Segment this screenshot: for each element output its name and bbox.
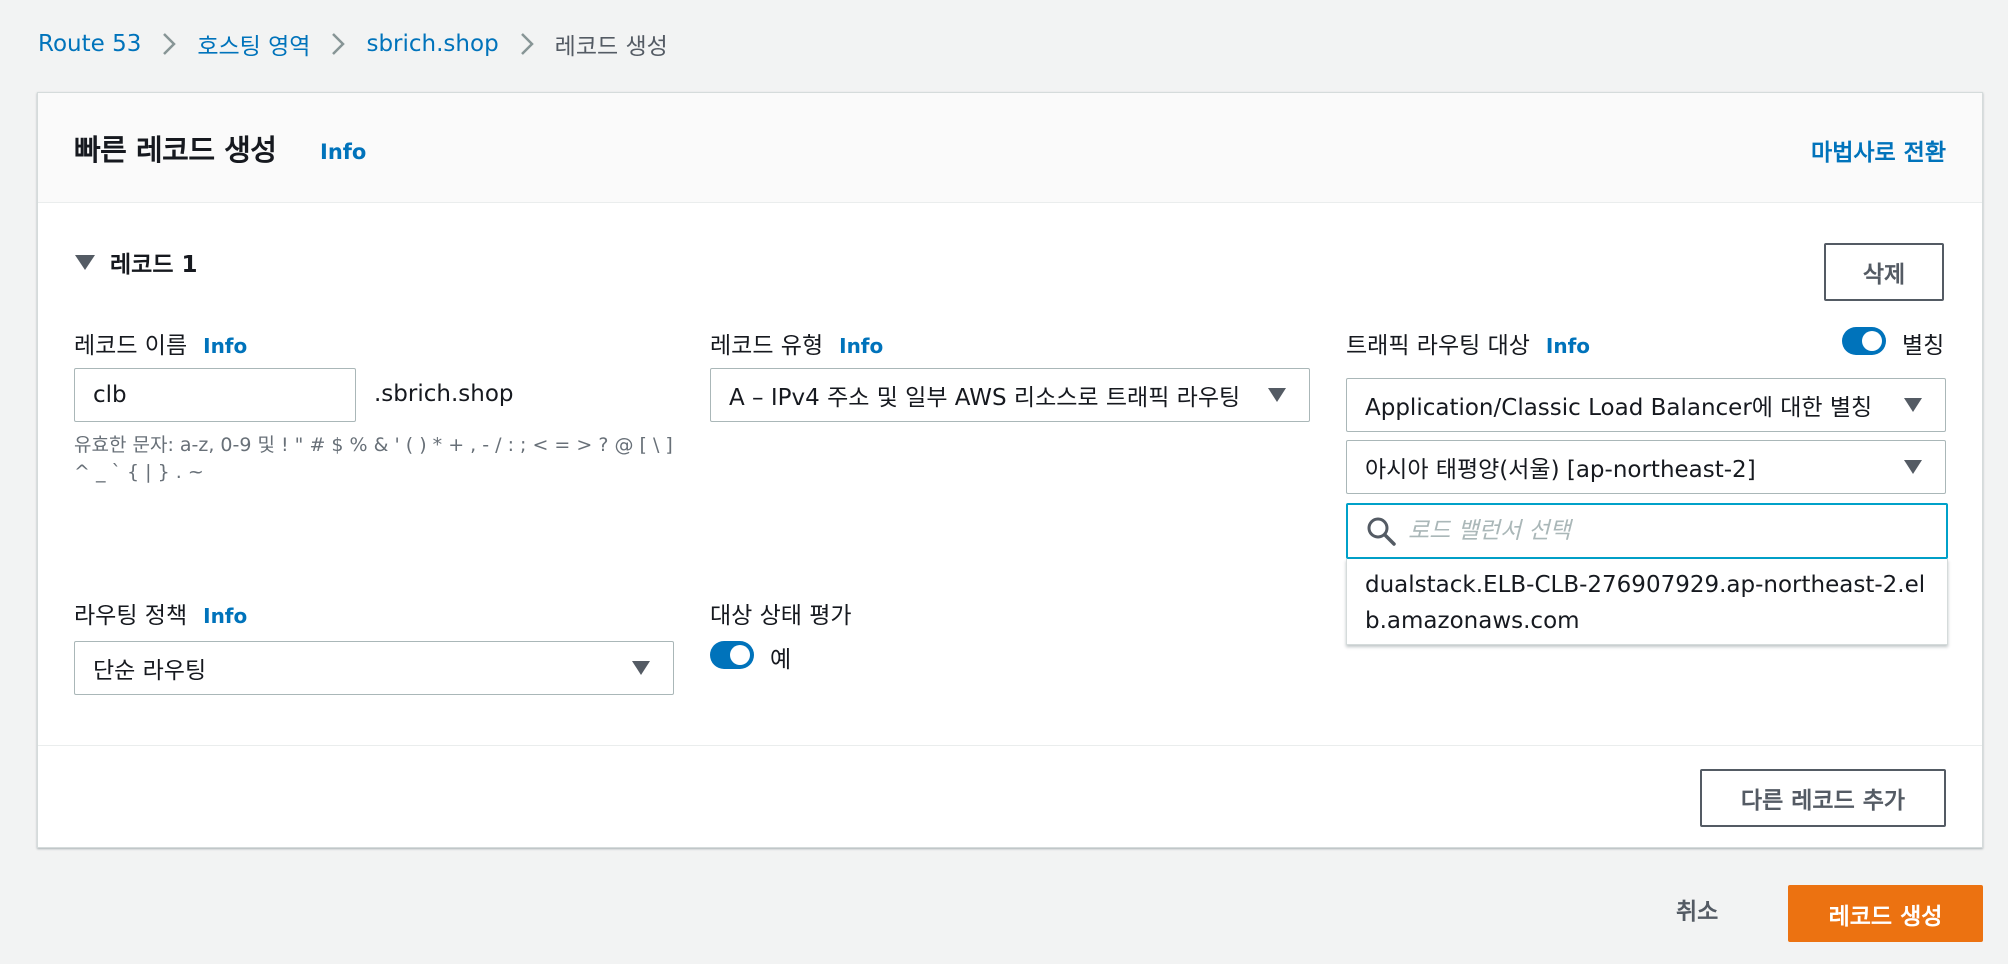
- record-type-select[interactable]: A – IPv4 주소 및 일부 AWS 리소스로 트래픽 라우팅: [710, 368, 1310, 422]
- caret-down-icon: [75, 255, 95, 270]
- load-balancer-search[interactable]: [1346, 503, 1948, 559]
- caret-down-icon: [1904, 460, 1922, 474]
- region-value: 아시아 태평양(서울) [ap-northeast-2]: [1365, 457, 1756, 483]
- breadcrumb-zone[interactable]: sbrich.shop: [366, 31, 498, 57]
- alias-toggle-label: 별칭: [1902, 333, 1945, 359]
- health-toggle-label: 예: [770, 647, 792, 673]
- delete-record-button[interactable]: 삭제: [1824, 243, 1944, 301]
- quick-create-card: 빠른 레코드 생성 Info 마법사로 전환 레코드 1 삭제 레코드 이름 In…: [37, 92, 1983, 848]
- routing-policy-label: 라우팅 정책 Info: [74, 596, 247, 630]
- load-balancer-options: dualstack.ELB-CLB-276907929.ap-northeast…: [1346, 559, 1948, 645]
- load-balancer-search-input[interactable]: [1408, 518, 1868, 544]
- record-name-suffix: .sbrich.shop: [374, 381, 514, 407]
- cancel-button[interactable]: 취소: [1676, 892, 1718, 926]
- health-toggle-knob: [730, 645, 750, 665]
- record-name-hint: 유효한 문자: a-z, 0-9 및 ! " # $ % & ' ( ) * +…: [74, 434, 673, 483]
- record-section-toggle[interactable]: 레코드 1: [74, 245, 198, 279]
- record-type-label-text: 레코드 유형: [710, 333, 824, 359]
- routing-policy-select[interactable]: 단순 라우팅: [74, 641, 674, 695]
- routing-policy-value: 단순 라우팅: [93, 658, 207, 684]
- alias-toggle-knob: [1862, 331, 1882, 351]
- add-record-button[interactable]: 다른 레코드 추가: [1700, 769, 1946, 827]
- caret-down-icon: [1904, 398, 1922, 412]
- routing-policy-label-text: 라우팅 정책: [74, 603, 188, 629]
- search-icon: [1367, 517, 1396, 546]
- record-section-title: 레코드 1: [110, 252, 198, 278]
- region-select[interactable]: 아시아 태평양(서울) [ap-northeast-2]: [1346, 440, 1946, 494]
- card-header: 빠른 레코드 생성 Info 마법사로 전환: [38, 93, 1982, 203]
- caret-down-icon: [632, 661, 650, 675]
- caret-down-icon: [1268, 388, 1286, 402]
- record-name-label: 레코드 이름 Info: [74, 326, 247, 360]
- switch-to-wizard-link[interactable]: 마법사로 전환: [1811, 133, 1946, 167]
- load-balancer-option[interactable]: dualstack.ELB-CLB-276907929.ap-northeast…: [1347, 559, 1947, 649]
- record-name-label-text: 레코드 이름: [74, 333, 188, 359]
- breadcrumb-hosted-zones[interactable]: 호스팅 영역: [197, 27, 310, 61]
- record-type-value: A – IPv4 주소 및 일부 AWS 리소스로 트래픽 라우팅: [729, 385, 1241, 411]
- record-name-info-link[interactable]: Info: [203, 334, 247, 358]
- chevron-right-icon: [310, 32, 366, 56]
- card-title: 빠른 레코드 생성: [74, 133, 277, 167]
- record-name-input[interactable]: clb: [74, 368, 356, 422]
- breadcrumb-current: 레코드 생성: [554, 34, 668, 60]
- routing-policy-info-link[interactable]: Info: [203, 604, 247, 628]
- record-name-value: clb: [93, 382, 127, 408]
- chevron-right-icon: [499, 32, 555, 56]
- endpoint-select[interactable]: Application/Classic Load Balancer에 대한 별칭: [1346, 378, 1946, 432]
- endpoint-value: Application/Classic Load Balancer에 대한 별칭: [1365, 395, 1873, 421]
- record-type-label: 레코드 유형 Info: [710, 326, 883, 360]
- chevron-right-icon: [141, 32, 197, 56]
- traffic-target-label-text: 트래픽 라우팅 대상: [1346, 333, 1530, 359]
- breadcrumb: Route 53 호스팅 영역 sbrich.shop 레코드 생성: [38, 24, 668, 64]
- card-divider: [38, 745, 1982, 746]
- record-type-info-link[interactable]: Info: [839, 334, 883, 358]
- health-toggle[interactable]: [710, 641, 754, 669]
- create-records-button[interactable]: 레코드 생성: [1788, 885, 1983, 942]
- alias-toggle[interactable]: [1842, 327, 1886, 355]
- breadcrumb-route53[interactable]: Route 53: [38, 31, 141, 57]
- traffic-target-label: 트래픽 라우팅 대상 Info: [1346, 326, 1590, 360]
- card-info-link[interactable]: Info: [320, 140, 366, 164]
- health-label: 대상 상태 평가: [710, 603, 852, 629]
- traffic-target-info-link[interactable]: Info: [1546, 334, 1590, 358]
